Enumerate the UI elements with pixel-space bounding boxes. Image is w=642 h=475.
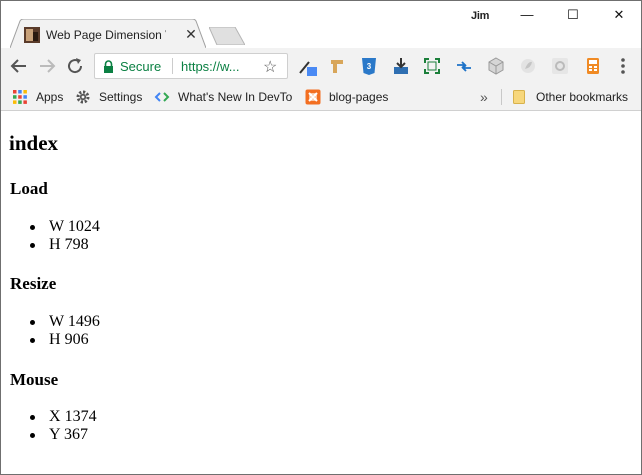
- resize-arrows-extension-icon[interactable]: [454, 56, 474, 76]
- list-item: W 1496: [30, 313, 100, 331]
- security-label: Secure: [120, 59, 162, 74]
- tab-title: Web Page Dimension Vie: [46, 28, 166, 42]
- bookmark-label: blog-pages: [329, 90, 389, 104]
- section-heading-mouse: Mouse: [10, 370, 59, 389]
- browser-toolbar: Secure https://w... ☆ 3: [1, 48, 641, 84]
- css3-extension-icon[interactable]: 3: [359, 56, 379, 76]
- folder-icon: [512, 89, 528, 105]
- bookmark-settings[interactable]: Settings: [75, 88, 147, 106]
- bookmark-label: Other bookmarks: [536, 90, 629, 104]
- list-item: Y 367: [30, 426, 97, 444]
- bookmark-star-icon[interactable]: ☆: [263, 57, 277, 77]
- bookmark-label: Apps: [36, 90, 64, 104]
- bookmark-label: What's New In DevTo: [178, 90, 292, 104]
- react-gear-extension-icon[interactable]: [550, 56, 570, 76]
- gear-icon: [75, 89, 91, 105]
- calculator-extension-icon[interactable]: [583, 56, 603, 76]
- load-list: W 1024 H 798: [30, 218, 100, 254]
- list-item: H 798: [30, 236, 100, 254]
- bookmarks-bar: Apps Settings What's New In DevTo blog-p…: [1, 84, 641, 111]
- more-menu-icon[interactable]: [615, 56, 631, 76]
- lock-icon: [103, 60, 114, 78]
- devtools-icon: [154, 89, 170, 105]
- bookmark-label: Settings: [99, 90, 143, 104]
- svg-text:3: 3: [367, 62, 372, 71]
- forward-arrow-icon[interactable]: [35, 54, 59, 78]
- bookmarks-divider: [501, 89, 502, 105]
- bookmark-other-bookmarks[interactable]: Other bookmarks: [512, 88, 634, 106]
- profile-name[interactable]: Jim: [471, 10, 489, 22]
- section-heading-resize: Resize: [10, 274, 57, 293]
- resize-list: W 1496 H 906: [30, 313, 100, 349]
- tab-favicon-icon: [24, 27, 40, 43]
- cube-extension-icon[interactable]: [486, 56, 506, 76]
- browser-window: Web Page Dimension Vie ✕ Jim — ☐ ✕ Secur…: [0, 0, 642, 475]
- screenshot-extension-icon[interactable]: [422, 56, 442, 76]
- list-item: X 1374: [30, 408, 97, 426]
- tab-strip: Web Page Dimension Vie ✕ Jim — ☐ ✕: [1, 1, 641, 48]
- page-title: index: [9, 131, 59, 155]
- close-window-icon[interactable]: ✕: [605, 4, 633, 26]
- tab-active[interactable]: Web Page Dimension Vie ✕: [10, 19, 206, 48]
- bookmark-whats-new-devtools[interactable]: What's New In DevTo: [154, 88, 292, 106]
- page-content: index Load W 1024 H 798 Resize W 1496 H …: [1, 111, 641, 474]
- mouse-list: X 1374 Y 367: [30, 408, 97, 444]
- back-arrow-icon[interactable]: [7, 54, 31, 78]
- bookmark-apps[interactable]: Apps: [12, 88, 68, 106]
- bookmarks-overflow-button[interactable]: »: [480, 88, 488, 106]
- blog-pages-icon: [305, 89, 321, 105]
- address-bar[interactable]: Secure https://w... ☆: [94, 53, 288, 79]
- maximize-icon[interactable]: ☐: [559, 4, 587, 26]
- url-text[interactable]: https://w...: [181, 59, 251, 75]
- bookmark-blog-pages[interactable]: blog-pages: [305, 88, 389, 106]
- omnibox-divider: [172, 58, 173, 74]
- section-heading-load: Load: [10, 179, 48, 198]
- download-extension-icon[interactable]: [391, 56, 411, 76]
- new-tab-button[interactable]: [208, 26, 246, 46]
- list-item: W 1024: [30, 218, 100, 236]
- tab-close-icon[interactable]: ✕: [184, 26, 198, 42]
- apps-grid-icon: [12, 89, 28, 105]
- minimize-icon[interactable]: —: [513, 4, 541, 26]
- ruler-extension-icon[interactable]: [327, 56, 347, 76]
- gray-leaf-extension-icon[interactable]: [518, 56, 538, 76]
- list-item: H 906: [30, 331, 100, 349]
- reload-icon[interactable]: [63, 54, 87, 78]
- eyedropper-extension-icon[interactable]: [297, 56, 317, 76]
